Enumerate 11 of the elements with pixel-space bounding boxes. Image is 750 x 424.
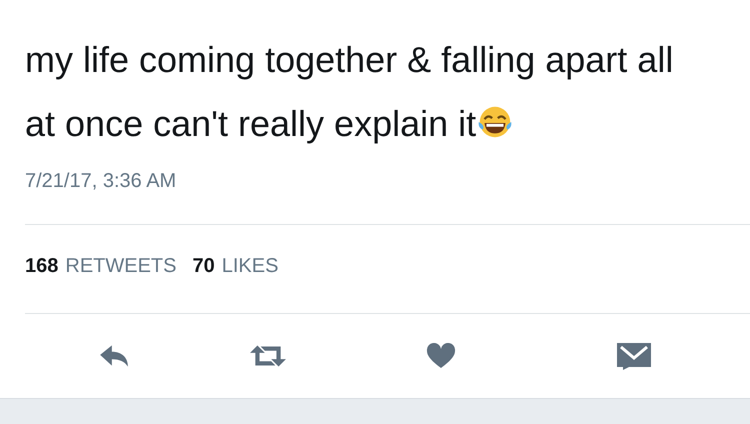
stat-count: 168 [25, 255, 58, 278]
stat-label[interactable]: RETWEETS [65, 255, 176, 278]
tweet-text-line: at once can't really explain it [25, 103, 476, 144]
stat-count: 70 [192, 255, 215, 278]
reply-icon[interactable] [98, 343, 130, 369]
stat-label[interactable]: LIKES [222, 255, 278, 278]
retweet-icon[interactable] [249, 343, 287, 369]
envelope-icon[interactable] [616, 342, 652, 370]
tweet-timestamp: 7/21/17, 3:36 AM [24, 169, 178, 194]
heart-icon[interactable] [426, 343, 456, 369]
tweet-text-line: my life coming together & falling apart all [25, 39, 674, 80]
